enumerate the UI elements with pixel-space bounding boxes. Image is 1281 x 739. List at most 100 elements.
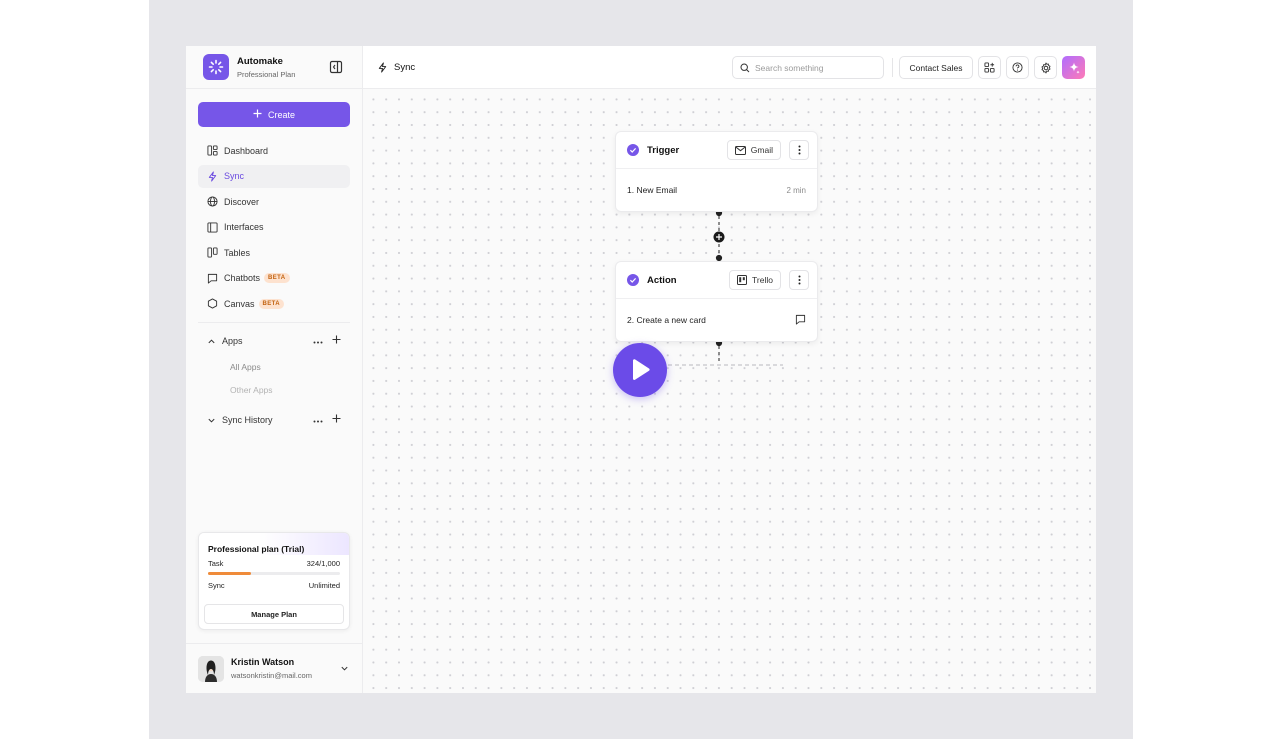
add-step-icon[interactable]	[713, 231, 725, 243]
sidebar-item-sync[interactable]: Sync	[198, 164, 350, 188]
sparkle-icon	[1069, 62, 1080, 74]
task-value: 324/1,000	[306, 559, 340, 568]
trello-app-chip[interactable]: Trello	[729, 270, 781, 290]
sidebar-item-label: Canvas	[224, 298, 255, 309]
task-progress-bar	[208, 572, 340, 575]
trigger-app-label: Gmail	[750, 145, 773, 155]
brand-logo-icon	[203, 54, 229, 80]
sidebar-nav: Dashboard Sync Discover Interfaces Table…	[198, 139, 350, 318]
trigger-step-label: 1. New Email	[627, 185, 678, 195]
user-email: watsonkristin@mail.com	[231, 671, 312, 680]
collapse-sidebar-icon[interactable]	[329, 60, 343, 74]
sidebar-item-label: Discover	[224, 196, 260, 207]
beta-badge: BETA	[264, 273, 290, 283]
play-icon	[633, 359, 650, 380]
sidebar-subitem-all-apps[interactable]: All Apps	[230, 362, 261, 372]
sync-history-label: Sync History	[222, 415, 273, 425]
sidebar-item-canvas[interactable]: Canvas BETA	[198, 292, 350, 315]
sidebar-item-discover[interactable]: Discover	[198, 190, 350, 213]
comment-icon[interactable]	[795, 314, 806, 327]
manage-plan-button[interactable]: Manage Plan	[204, 604, 344, 624]
sidebar-item-label: Tables	[224, 247, 251, 258]
layout-icon	[984, 62, 995, 73]
action-app-label: Trello	[752, 275, 773, 285]
task-progress-fill	[208, 572, 251, 575]
sidebar-item-label: Chatbots	[224, 273, 261, 283]
mail-icon	[734, 145, 746, 155]
hexagon-icon	[207, 298, 218, 309]
main-area: Sync Contact Sales	[363, 46, 1096, 693]
search-icon	[740, 62, 750, 72]
trigger-step-duration: 2 min	[786, 185, 806, 195]
add-sync-history-icon[interactable]	[332, 414, 341, 426]
action-node[interactable]: Action Trello 2. Create a new card	[615, 261, 818, 342]
more-vertical-icon	[798, 145, 800, 155]
run-flow-button[interactable]	[613, 343, 667, 397]
sidebar-item-label: Dashboard	[224, 145, 269, 156]
create-button[interactable]: Create	[198, 102, 350, 127]
brand-name: Automake	[237, 55, 283, 67]
search-input[interactable]	[755, 62, 875, 73]
plan-title: Professional plan (Trial)	[199, 533, 349, 555]
search-box[interactable]	[732, 56, 884, 79]
apps-section-label: Apps	[222, 336, 243, 346]
gear-icon	[1041, 62, 1050, 73]
top-bar: Sync Contact Sales	[363, 46, 1096, 89]
sidebar: Automake Professional Plan Create Dashbo…	[186, 46, 363, 693]
help-button[interactable]	[1006, 56, 1029, 79]
more-horizontal-icon[interactable]	[313, 336, 323, 347]
more-horizontal-icon[interactable]	[313, 415, 323, 426]
task-label: Task	[208, 559, 224, 568]
trello-icon	[737, 275, 748, 285]
chat-icon	[207, 273, 218, 284]
avatar	[198, 655, 224, 682]
trigger-title: Trigger	[647, 144, 680, 156]
lightning-icon	[378, 61, 387, 73]
chevron-down-icon	[208, 418, 215, 423]
sync-history-section-header[interactable]: Sync History	[198, 410, 350, 430]
toolbar-separator	[892, 58, 893, 77]
user-name: Kristin Watson	[231, 657, 295, 667]
globe-icon	[207, 196, 218, 207]
sidebar-item-label: Sync	[224, 171, 245, 181]
workflow-canvas[interactable]: Trigger Gmail 1. New Email 2 min Action …	[363, 89, 1096, 693]
brand-header: Automake Professional Plan	[186, 46, 362, 89]
contact-sales-button[interactable]: Contact Sales	[899, 56, 973, 79]
sync-label: Sync	[208, 581, 225, 590]
tables-icon	[207, 247, 218, 258]
more-vertical-icon	[798, 275, 800, 285]
help-icon	[1012, 62, 1023, 73]
add-app-icon[interactable]	[332, 335, 341, 347]
sync-value: Unlimited	[308, 581, 340, 590]
action-step-label: 2. Create a new card	[627, 315, 706, 325]
check-circle-icon	[627, 274, 639, 286]
action-more-button[interactable]	[789, 270, 809, 290]
plus-icon	[253, 109, 262, 120]
sidebar-subitem-other-apps[interactable]: Other Apps	[230, 385, 273, 395]
sidebar-item-chatbots[interactable]: Chatbots BETA	[198, 267, 350, 290]
sidebar-item-label: Interfaces	[224, 222, 264, 232]
sidebar-item-interfaces[interactable]: Interfaces	[198, 216, 350, 239]
create-label: Create	[267, 109, 295, 120]
trigger-more-button[interactable]	[789, 140, 809, 160]
chevron-up-icon	[208, 338, 215, 343]
check-circle-icon	[627, 144, 639, 156]
beta-badge: BETA	[258, 298, 285, 309]
ai-assistant-button[interactable]	[1062, 56, 1085, 79]
sidebar-item-tables[interactable]: Tables	[198, 241, 350, 264]
dashboard-icon	[207, 145, 218, 156]
sidebar-item-dashboard[interactable]: Dashboard	[198, 139, 350, 162]
breadcrumb: Sync	[377, 62, 415, 73]
lightning-icon	[208, 170, 217, 182]
chevron-down-icon	[341, 666, 348, 671]
gmail-app-chip[interactable]: Gmail	[726, 140, 781, 160]
settings-button[interactable]	[1034, 56, 1057, 79]
user-profile[interactable]: Kristin Watson watsonkristin@mail.com	[186, 643, 363, 693]
apps-section-header[interactable]: Apps	[198, 331, 350, 351]
apps-grid-button[interactable]	[978, 56, 1001, 79]
trigger-node[interactable]: Trigger Gmail 1. New Email 2 min	[615, 131, 818, 212]
brand-plan: Professional Plan	[237, 69, 296, 79]
interfaces-icon	[207, 221, 218, 233]
plan-card: Professional plan (Trial) Task 324/1,000…	[198, 532, 350, 630]
action-title: Action	[647, 274, 677, 286]
